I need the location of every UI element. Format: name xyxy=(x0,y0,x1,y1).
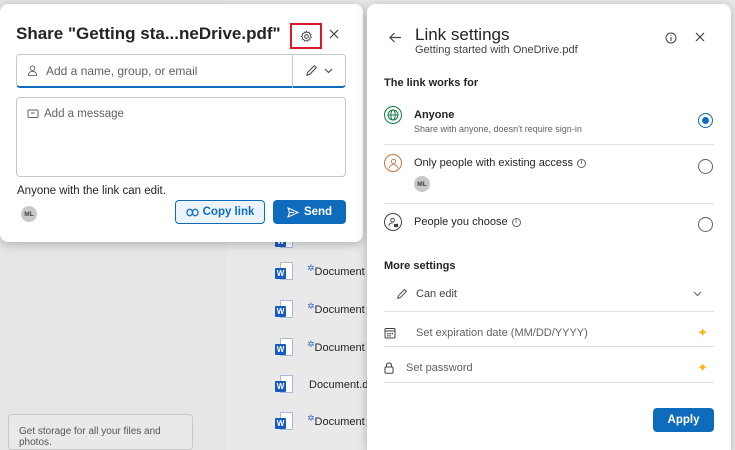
calendar-icon xyxy=(384,328,396,339)
permission-select[interactable]: Can edit xyxy=(384,284,714,304)
send-icon xyxy=(287,206,299,218)
person-icon xyxy=(27,65,38,76)
file-name: Document xyxy=(314,416,365,428)
word-file-icon: W xyxy=(275,412,293,432)
new-file-sparkle-icon: ✲ xyxy=(307,262,315,273)
radio-people-you-choose[interactable] xyxy=(698,217,713,232)
option-people-you-choose[interactable]: People you choose i xyxy=(384,212,714,236)
copy-link-label: Copy link xyxy=(202,206,255,218)
file-list-item[interactable]: W Document.d xyxy=(275,375,368,395)
share-dialog: Share "Getting sta...neDrive.pdf" Add a … xyxy=(0,4,363,242)
premium-sparkle-icon: ✦ xyxy=(697,360,708,375)
word-file-icon: W xyxy=(275,338,293,358)
panel-subtitle: Getting started with OneDrive.pdf xyxy=(415,44,578,56)
option-people-you-choose-label: People you choose xyxy=(414,216,508,228)
chevron-down-icon xyxy=(324,68,333,73)
share-dialog-title: Share "Getting sta...neDrive.pdf" xyxy=(16,24,281,43)
file-name: Document xyxy=(314,266,365,278)
link-settings-panel: Link settings Getting started with OneDr… xyxy=(367,4,731,450)
settings-divider xyxy=(384,382,714,383)
send-label: Send xyxy=(303,206,333,218)
close-icon xyxy=(329,29,339,39)
apply-button[interactable]: Apply xyxy=(653,408,714,432)
premium-sparkle-icon: ✦ xyxy=(697,325,708,340)
people-lock-icon xyxy=(384,213,402,231)
new-file-sparkle-icon: ✲ xyxy=(307,300,315,311)
option-anyone-label: Anyone xyxy=(414,109,455,121)
file-list-item[interactable]: W ✲ Document xyxy=(275,300,365,320)
gear-icon xyxy=(300,29,312,42)
option-existing-access[interactable]: Only people with existing access i ML xyxy=(384,153,714,197)
storage-promo[interactable]: Get storage for all your files and photo… xyxy=(8,414,193,450)
pencil-icon xyxy=(306,64,318,76)
option-anyone[interactable]: Anyone Share with anyone, doesn't requir… xyxy=(384,105,714,141)
link-settings-button[interactable] xyxy=(290,23,322,49)
message-icon xyxy=(27,109,39,118)
info-icon[interactable]: i xyxy=(511,217,521,227)
share-close-button[interactable] xyxy=(326,26,342,42)
word-file-icon: W xyxy=(275,300,293,320)
panel-title: Link settings xyxy=(415,25,510,44)
word-file-icon: W xyxy=(275,262,293,282)
option-divider xyxy=(384,203,714,204)
person-icon xyxy=(384,154,402,172)
radio-existing-access[interactable] xyxy=(698,159,713,174)
expiration-date-placeholder: Set expiration date (MM/DD/YYYY) xyxy=(416,327,588,339)
settings-divider xyxy=(384,346,714,347)
file-list-item[interactable]: W ✲ Document xyxy=(275,338,365,358)
permission-dropdown[interactable] xyxy=(293,64,345,77)
section-heading-works-for: The link works for xyxy=(384,77,479,89)
info-icon[interactable]: i xyxy=(576,158,586,168)
recipient-placeholder: Add a name, group, or email xyxy=(46,63,198,78)
option-existing-access-label-row: Only people with existing access i xyxy=(414,157,586,169)
file-list-item[interactable]: W ✲ Document xyxy=(275,412,365,432)
storage-promo-text: Get storage for all your files and photo… xyxy=(19,426,161,448)
info-icon[interactable] xyxy=(665,32,677,44)
word-file-icon: W xyxy=(275,375,293,395)
file-name: Document xyxy=(314,304,365,316)
avatar: ML xyxy=(414,176,430,192)
password-input[interactable]: Set password ✦ xyxy=(384,358,714,378)
avatar: ML xyxy=(21,206,37,222)
file-list-item[interactable]: W ✲ Document xyxy=(275,262,365,282)
chevron-down-icon xyxy=(693,291,702,297)
password-placeholder: Set password xyxy=(406,362,473,374)
option-anyone-description: Share with anyone, doesn't require sign-… xyxy=(414,124,582,134)
settings-divider xyxy=(384,311,714,312)
back-arrow-icon[interactable] xyxy=(389,32,402,43)
close-icon[interactable] xyxy=(695,32,705,42)
new-file-sparkle-icon: ✲ xyxy=(307,338,315,349)
copy-link-button[interactable]: Copy link xyxy=(175,200,265,224)
new-file-sparkle-icon: ✲ xyxy=(307,412,315,423)
option-divider xyxy=(384,144,714,145)
file-name: Document xyxy=(314,342,365,354)
expiration-date-input[interactable]: Set expiration date (MM/DD/YYYY) ✦ xyxy=(384,323,714,343)
message-placeholder: Add a message xyxy=(44,108,124,120)
send-button[interactable]: Send xyxy=(273,200,346,224)
permission-value: Can edit xyxy=(416,288,457,300)
globe-icon xyxy=(384,106,402,124)
section-heading-more-settings: More settings xyxy=(384,260,456,272)
link-icon xyxy=(185,208,199,216)
option-people-you-choose-label-row: People you choose i xyxy=(414,216,521,228)
pencil-icon xyxy=(397,288,408,299)
message-input[interactable]: Add a message xyxy=(16,97,346,177)
option-existing-access-label: Only people with existing access xyxy=(414,157,573,169)
radio-anyone[interactable] xyxy=(698,113,713,128)
lock-icon xyxy=(384,362,394,374)
link-permission-note: Anyone with the link can edit. xyxy=(17,185,166,197)
recipient-input[interactable]: Add a name, group, or email xyxy=(16,53,346,88)
file-name: Document.d xyxy=(309,379,369,391)
